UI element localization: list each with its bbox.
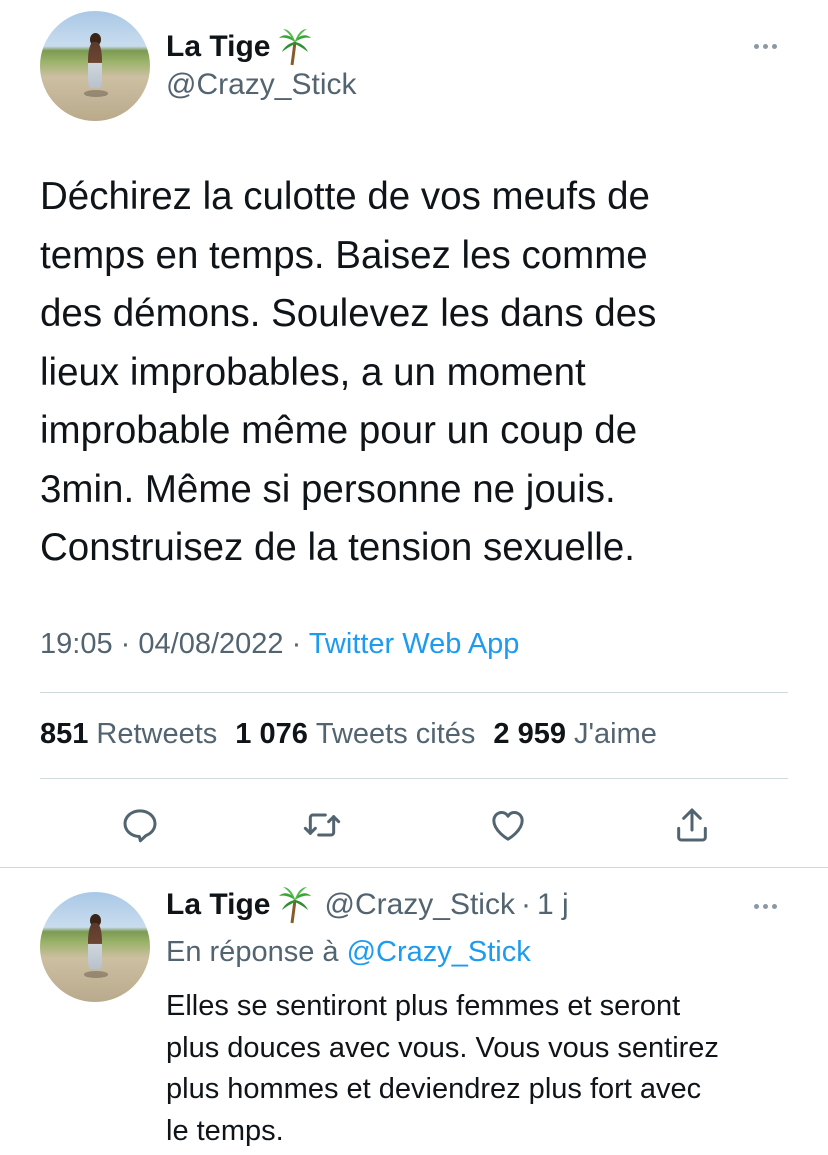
divider (40, 778, 788, 779)
avatar[interactable] (40, 11, 150, 121)
author-name[interactable]: La Tige (166, 886, 312, 924)
tweet-meta: 19:05 · 04/08/2022 · Twitter Web App (40, 628, 519, 661)
retweet-button[interactable] (298, 800, 346, 850)
like-button[interactable] (484, 800, 532, 850)
divider (0, 867, 828, 868)
quotes-label: Tweets cités (315, 718, 476, 750)
replying-to-handle[interactable]: @Crazy_Stick (347, 936, 531, 968)
tweet-source[interactable]: Twitter Web App (309, 628, 520, 660)
tweet-time[interactable]: 19:05 (40, 628, 113, 660)
tweet-text: Déchirez la culotte de vos meufs de temp… (40, 175, 657, 569)
meta-separator: · (120, 628, 131, 660)
main-tweet: La Tige @Crazy_Stick Déchirez la culotte… (0, 0, 828, 868)
quotes-stat[interactable]: 1 076 Tweets cités (235, 718, 475, 751)
display-name-text[interactable]: La Tige (166, 30, 270, 64)
palm-tree-icon (279, 29, 312, 66)
tweet-stats: 851 Retweets 1 076 Tweets cités 2 959 J'aim… (40, 718, 657, 751)
likes-stat[interactable]: 2 959 J'aime (493, 718, 656, 751)
tweet-actions (0, 800, 828, 856)
reply-icon (123, 809, 157, 843)
retweet-icon (303, 813, 341, 837)
likes-count: 2 959 (493, 718, 566, 750)
retweets-label: Retweets (96, 718, 218, 750)
more-options-icon[interactable] (754, 904, 777, 909)
more-options-icon[interactable] (754, 44, 777, 49)
replying-to-label: En réponse à (166, 936, 339, 968)
divider (40, 692, 788, 693)
meta-separator: · (520, 888, 531, 921)
retweets-stat[interactable]: 851 Retweets (40, 718, 217, 751)
palm-tree-icon (279, 887, 312, 924)
display-name-text[interactable]: La Tige (166, 888, 270, 922)
author-handle[interactable]: @Crazy_Stick (166, 68, 357, 102)
likes-label: J'aime (574, 718, 657, 750)
tweet-page: La Tige @Crazy_Stick Déchirez la culotte… (0, 0, 828, 1155)
meta-separator: · (291, 628, 302, 660)
reply-time[interactable]: 1 j (537, 888, 569, 922)
author-name[interactable]: La Tige (166, 28, 312, 66)
avatar[interactable] (40, 892, 150, 1002)
tweet-date[interactable]: 04/08/2022 (138, 628, 283, 660)
quotes-count: 1 076 (235, 718, 308, 750)
retweets-count: 851 (40, 718, 89, 750)
reply-header: La Tige @Crazy_Stick · 1 j (166, 886, 569, 924)
replying-to: En réponse à @Crazy_Stick (166, 936, 531, 969)
share-icon (677, 808, 707, 842)
reply-button[interactable] (116, 800, 164, 850)
reply-text: Elles se sentiront plus femmes et seront… (166, 990, 719, 1147)
heart-icon (492, 811, 524, 841)
share-button[interactable] (668, 800, 716, 850)
author-handle[interactable]: @Crazy_Stick (324, 888, 515, 922)
